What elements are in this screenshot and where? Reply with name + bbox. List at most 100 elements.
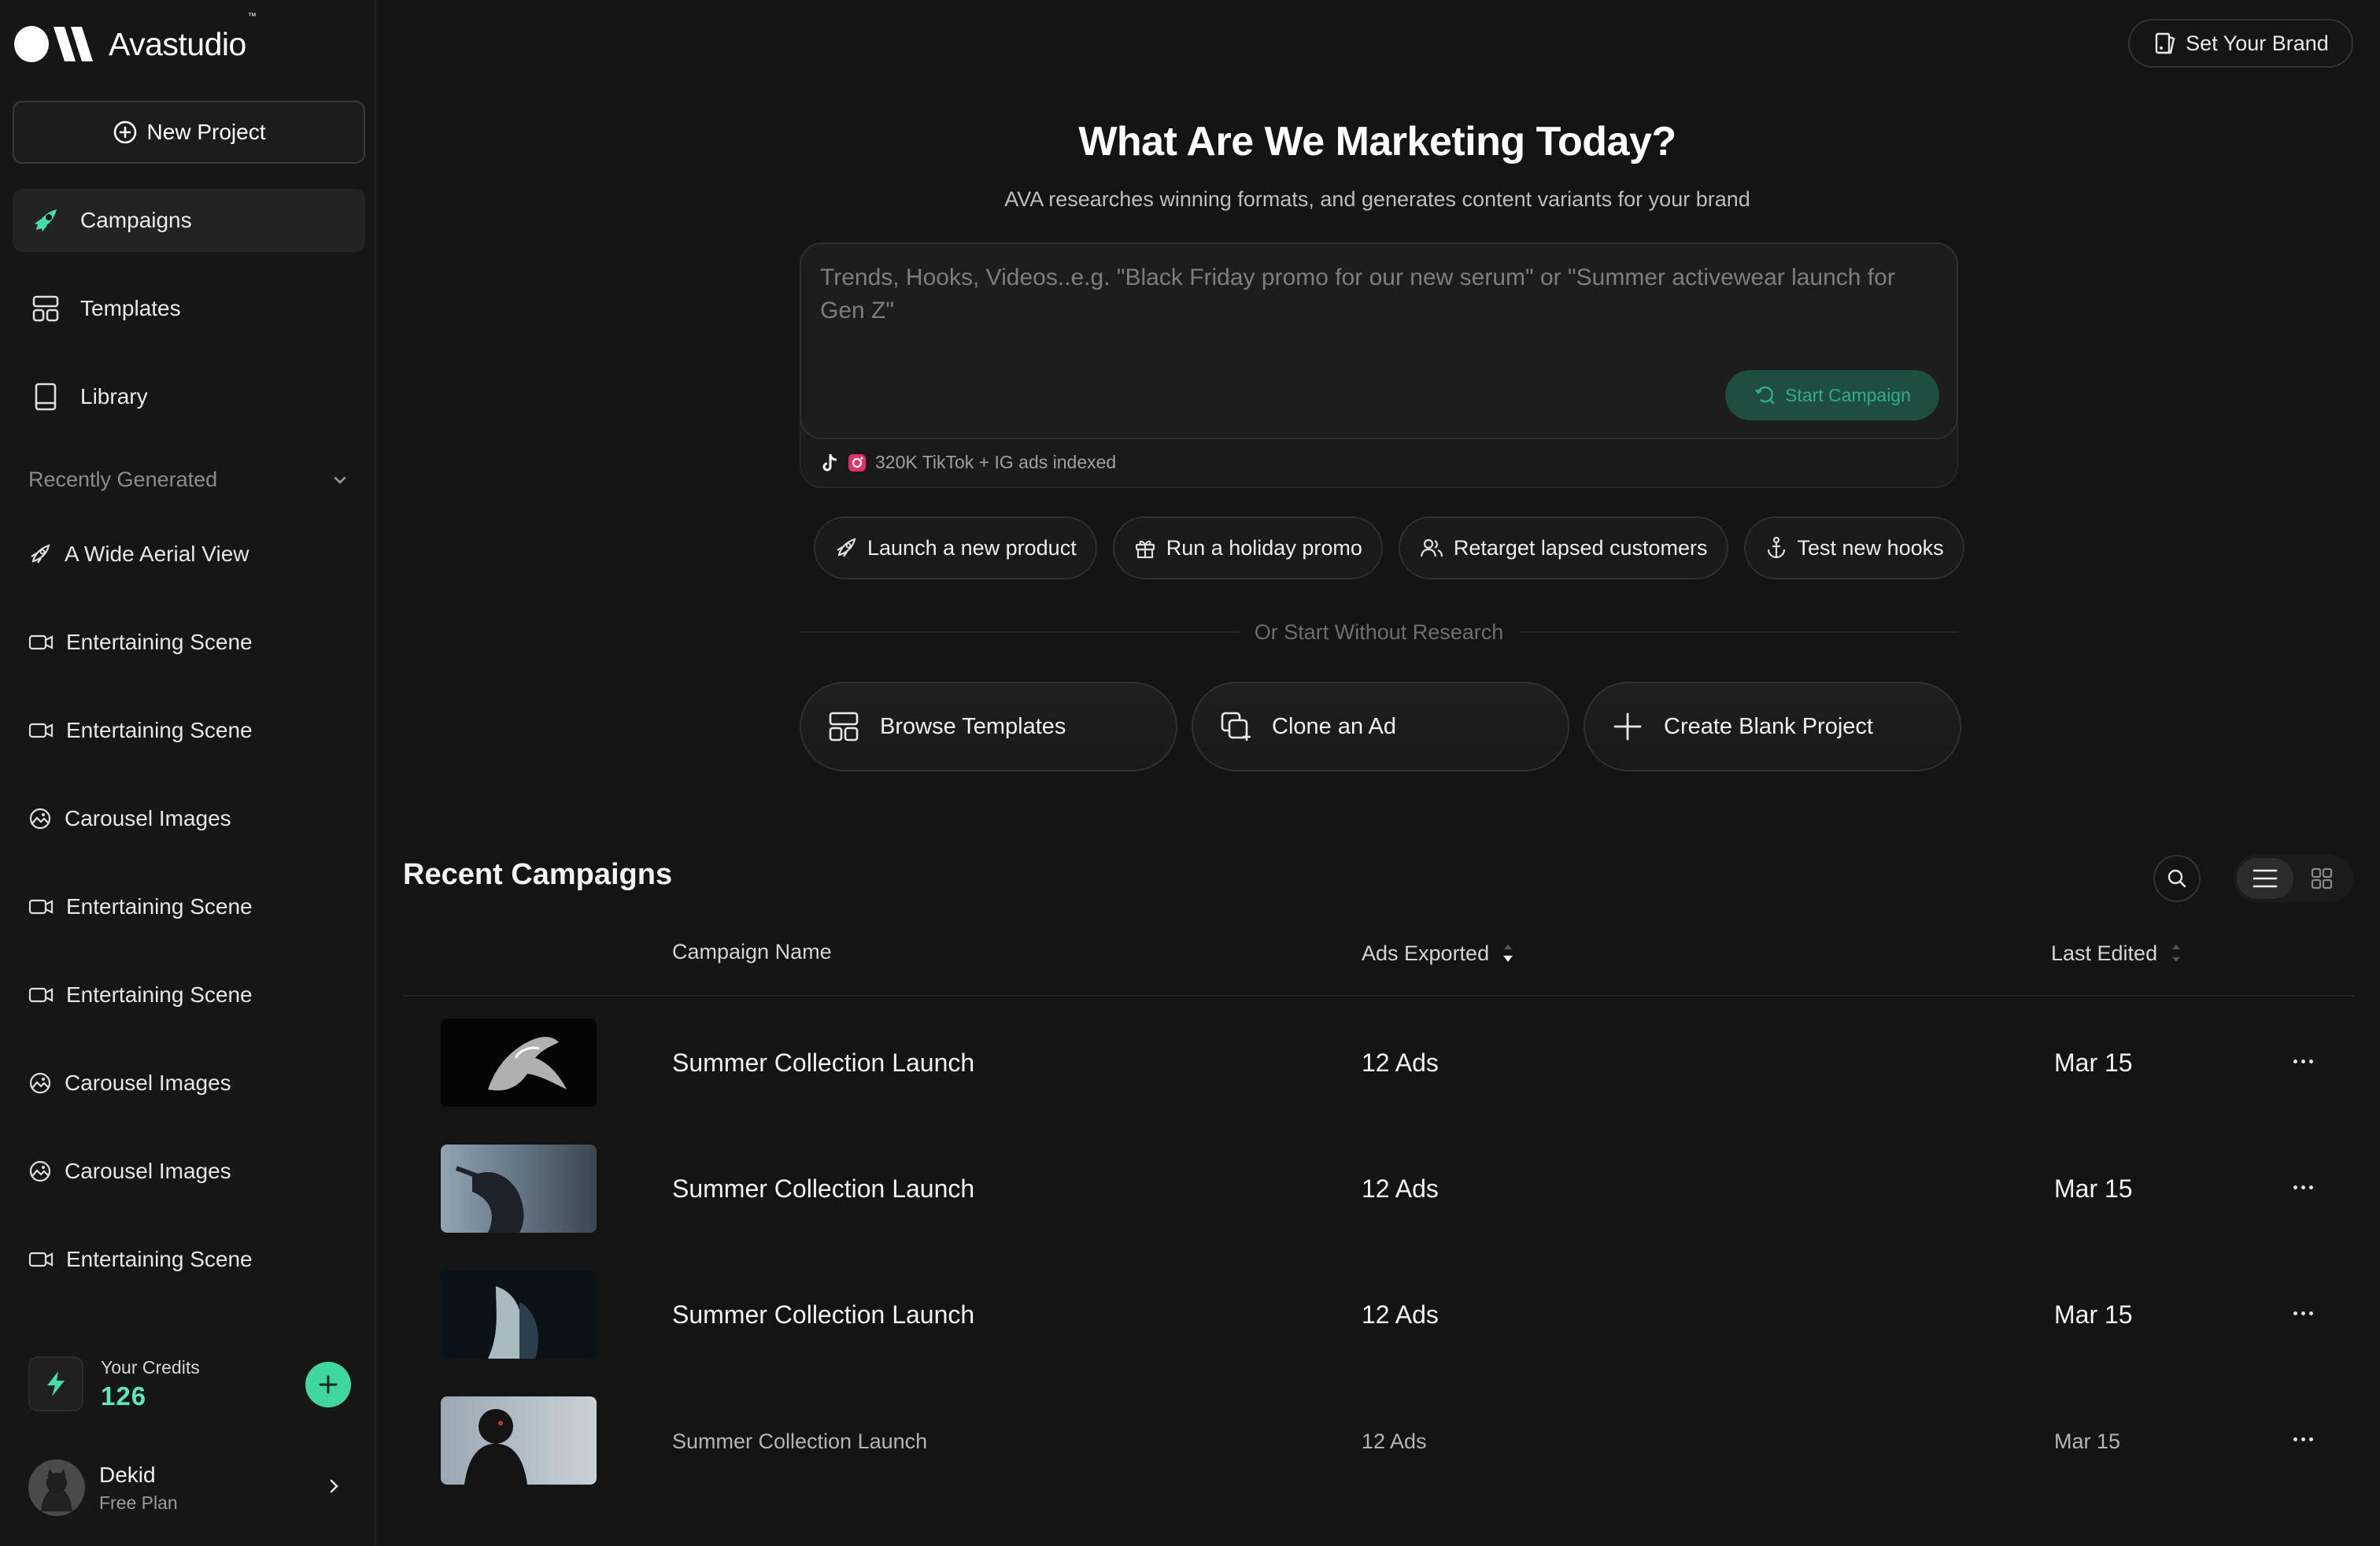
image-icon xyxy=(28,1071,52,1095)
instagram-icon xyxy=(847,453,867,473)
grid-icon xyxy=(2311,867,2333,890)
ads-exported: 12 Ads xyxy=(1362,1429,1427,1453)
table-row[interactable]: Summer Collection Launch 12 Ads Mar 15 xyxy=(403,1140,2355,1234)
avastudio-logo-icon xyxy=(13,22,98,66)
ads-exported: 12 Ads xyxy=(1362,1300,1439,1329)
add-credits-button[interactable] xyxy=(305,1362,351,1407)
recent-item-label: A Wide Aerial View xyxy=(65,542,249,566)
create-blank-project-button[interactable]: Create Blank Project xyxy=(1584,682,1961,771)
book-icon xyxy=(30,381,61,412)
video-icon xyxy=(28,631,54,653)
start-campaign-label: Start Campaign xyxy=(1785,384,1911,405)
list-view-button[interactable] xyxy=(2237,858,2293,899)
recent-item[interactable]: Entertaining Scene xyxy=(28,715,253,746)
prompt-placeholder: Trends, Hooks, Videos..e.g. "Black Frida… xyxy=(820,264,1895,324)
set-brand-button[interactable]: Set Your Brand xyxy=(2128,19,2353,68)
list-icon xyxy=(2252,869,2278,888)
recent-item[interactable]: Entertaining Scene xyxy=(28,979,253,1011)
video-icon xyxy=(28,984,54,1006)
sidebar: Avastudio™ New Project Campaigns Templat… xyxy=(0,0,376,1546)
search-button[interactable] xyxy=(2153,855,2201,902)
column-header-last-edited[interactable]: Last Edited xyxy=(2051,940,2184,967)
sidebar-item-campaigns[interactable]: Campaigns xyxy=(13,189,365,252)
sidebar-item-library[interactable]: Library xyxy=(13,365,365,428)
recent-item[interactable]: Entertaining Scene xyxy=(28,1244,253,1275)
brand-logo[interactable]: Avastudio™ xyxy=(13,11,257,66)
plus-icon xyxy=(1610,709,1645,744)
last-edited: Mar 15 xyxy=(2054,1300,2133,1329)
chip-label: Test new hooks xyxy=(1797,535,1944,560)
ads-exported: 12 Ads xyxy=(1362,1049,1439,1077)
divider-text: Or Start Without Research xyxy=(1254,620,1504,644)
new-project-button[interactable]: New Project xyxy=(13,101,365,164)
rocket-icon xyxy=(30,205,61,236)
campaign-thumbnail xyxy=(441,1396,597,1485)
suggestion-chip[interactable]: Launch a new product xyxy=(814,516,1097,579)
recent-item[interactable]: Carousel Images xyxy=(28,1067,231,1099)
last-edited: Mar 15 xyxy=(2054,1049,2133,1077)
layout-icon xyxy=(30,293,61,324)
recent-item-label: Entertaining Scene xyxy=(66,718,253,742)
user-profile[interactable]: Dekid Free Plan xyxy=(28,1458,351,1518)
suggestion-chip[interactable]: Run a holiday promo xyxy=(1112,516,1383,579)
campaign-prompt-input[interactable]: Trends, Hooks, Videos..e.g. "Black Frida… xyxy=(800,242,1958,439)
last-edited: Mar 15 xyxy=(2054,1429,2121,1453)
section-title: Recently Generated xyxy=(28,468,218,491)
sort-desc-icon xyxy=(1500,940,1516,967)
campaign-name: Summer Collection Launch xyxy=(672,1049,975,1077)
view-toggle xyxy=(2234,855,2353,902)
plus-icon xyxy=(319,1375,338,1394)
layout-icon xyxy=(826,709,861,744)
recently-generated-header[interactable]: Recently Generated xyxy=(28,468,351,492)
sidebar-item-templates[interactable]: Templates xyxy=(13,277,365,340)
table-row[interactable]: Summer Collection Launch 12 Ads Mar 15 xyxy=(403,1266,2355,1360)
start-campaign-button[interactable]: Start Campaign xyxy=(1725,370,1939,420)
campaign-thumbnail xyxy=(441,1019,597,1107)
more-options-icon[interactable] xyxy=(2284,1297,2322,1329)
credits-value: 126 xyxy=(101,1381,147,1411)
recent-item[interactable]: Carousel Images xyxy=(28,803,231,834)
recent-item[interactable]: Entertaining Scene xyxy=(28,627,253,658)
clone-ad-button[interactable]: Clone an Ad xyxy=(1192,682,1569,771)
image-icon xyxy=(28,807,52,830)
browse-templates-button[interactable]: Browse Templates xyxy=(800,682,1177,771)
recent-item[interactable]: A Wide Aerial View xyxy=(28,538,249,570)
suggestion-chip[interactable]: Retarget lapsed customers xyxy=(1398,516,1728,579)
indexed-text: 320K TikTok + IG ads indexed xyxy=(875,452,1117,472)
table-row[interactable]: Summer Collection Launch 12 Ads Mar 15 xyxy=(403,1014,2355,1108)
video-icon xyxy=(28,896,54,918)
recent-item-label: Carousel Images xyxy=(65,806,231,830)
credits-label: Your Credits xyxy=(101,1356,200,1378)
action-label: Create Blank Project xyxy=(1664,713,1873,739)
chip-label: Retarget lapsed customers xyxy=(1453,535,1708,560)
more-options-icon[interactable] xyxy=(2284,1423,2322,1455)
recent-item-label: Carousel Images xyxy=(65,1159,231,1183)
ads-exported: 12 Ads xyxy=(1362,1174,1439,1203)
image-icon xyxy=(28,1160,52,1183)
more-options-icon[interactable] xyxy=(2284,1045,2322,1077)
recent-item[interactable]: Entertaining Scene xyxy=(28,891,253,923)
users-icon xyxy=(1419,536,1444,560)
column-header-campaign-name[interactable]: Campaign Name xyxy=(672,940,832,964)
divider: Or Start Without Research xyxy=(800,619,1959,645)
brand-name: Avastudio™ xyxy=(109,11,257,62)
suggestion-chip[interactable]: Test new hooks xyxy=(1743,516,1964,579)
column-header-ads-exported[interactable]: Ads Exported xyxy=(1362,940,1516,967)
recent-item-label: Entertaining Scene xyxy=(66,1247,253,1271)
video-icon xyxy=(28,719,54,742)
sidebar-item-label: Templates xyxy=(80,296,181,320)
table-row[interactable]: Summer Collection Launch 12 Ads Mar 15 xyxy=(403,1392,2355,1486)
clone-icon xyxy=(1218,709,1253,744)
campaign-name: Summer Collection Launch xyxy=(672,1300,975,1329)
quick-actions: Browse Templates Clone an Ad Create Blank … xyxy=(800,682,1961,771)
new-project-label: New Project xyxy=(146,120,266,144)
brand-book-icon xyxy=(2153,31,2178,56)
grid-view-button[interactable] xyxy=(2293,858,2350,899)
rocket-icon xyxy=(834,536,858,560)
action-label: Browse Templates xyxy=(880,713,1066,739)
action-label: Clone an Ad xyxy=(1272,713,1397,739)
campaign-thumbnail xyxy=(441,1270,597,1359)
recent-item[interactable]: Carousel Images xyxy=(28,1156,231,1187)
more-options-icon[interactable] xyxy=(2284,1171,2322,1203)
rocket-icon xyxy=(28,542,52,566)
